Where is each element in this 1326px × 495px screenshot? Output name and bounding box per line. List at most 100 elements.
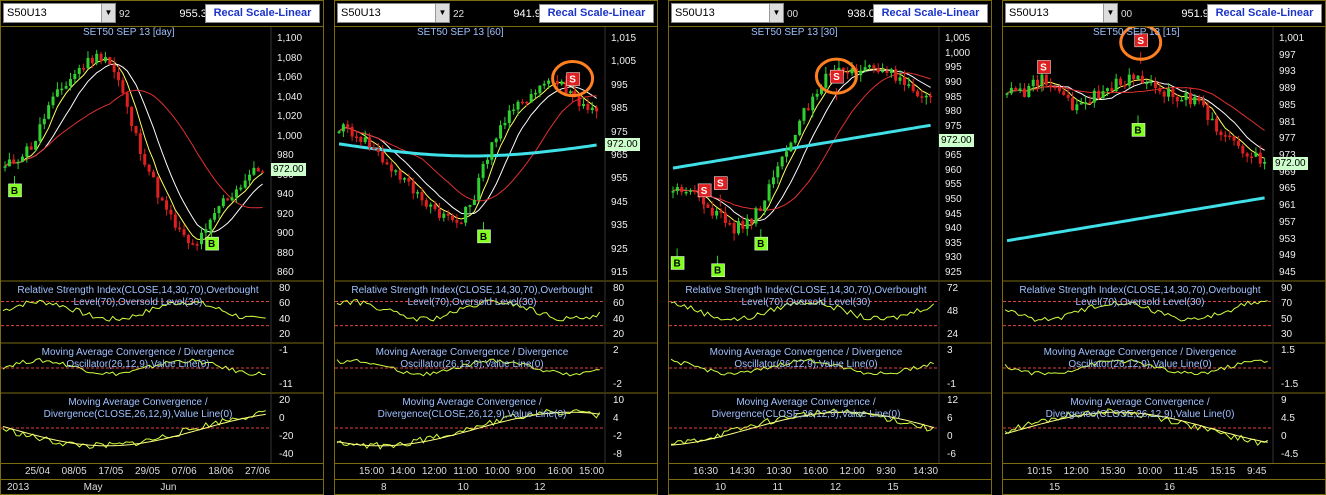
sell-signal-marker[interactable]: S	[830, 69, 844, 101]
recal-scale-button[interactable]: Recal Scale-Linear	[1207, 4, 1322, 23]
candle-body	[1188, 93, 1192, 105]
candle-body	[481, 163, 485, 178]
candle-body	[7, 159, 11, 167]
candle-body	[442, 213, 446, 218]
chart-panel[interactable]: S50U13 ▼ 22 941.98 Recal Scale-Linear S B 1,015…	[334, 0, 658, 495]
date-tick: 15	[887, 482, 899, 493]
candle-body	[503, 122, 507, 126]
candle-body	[894, 69, 898, 81]
candle-body	[1193, 96, 1197, 105]
rsi-tick: 20	[613, 329, 625, 340]
candle-body	[1263, 161, 1267, 164]
candle-body	[208, 219, 212, 230]
time-tick: 27/06	[245, 466, 271, 477]
candle-body	[455, 220, 459, 223]
buy-signal-marker[interactable]: B	[8, 175, 22, 198]
candle-body	[359, 136, 363, 142]
price-tick: 915	[611, 267, 628, 278]
candle-body	[568, 91, 572, 94]
candle-body	[468, 205, 472, 207]
candle-body	[780, 156, 784, 167]
macd-oscillator-tick: -1.5	[1281, 379, 1299, 390]
candle-body	[204, 229, 208, 233]
buy-signal-marker[interactable]: B	[670, 248, 685, 270]
chevron-down-icon[interactable]: ▼	[769, 4, 783, 22]
chevron-down-icon[interactable]: ▼	[101, 4, 115, 22]
price-tick: 975	[945, 120, 962, 132]
candle-body	[86, 57, 90, 69]
time-tick: 18/06	[208, 466, 234, 477]
candle-body	[368, 137, 372, 148]
buy-signal-marker[interactable]: B	[1131, 115, 1146, 137]
buy-signal-marker[interactable]: B	[205, 229, 219, 251]
candle-body	[793, 134, 797, 143]
price-tick: 920	[277, 208, 294, 220]
buy-signal-marker[interactable]: B	[754, 229, 769, 251]
price-tick: 975	[611, 126, 628, 138]
candle-body	[586, 103, 590, 110]
price-tick: 995	[945, 62, 962, 74]
candle-body	[693, 190, 697, 193]
candle-body	[542, 83, 546, 86]
moving-average-line	[672, 72, 931, 211]
candle-body	[1009, 87, 1013, 94]
candle-body	[389, 164, 393, 172]
candle-body	[1167, 88, 1171, 97]
time-tick: 14:30	[729, 466, 755, 477]
price-tick: 900	[277, 228, 294, 239]
date-tick: May	[83, 482, 103, 493]
candle-body	[217, 206, 221, 214]
candle-body	[385, 162, 389, 165]
price-tick: 930	[945, 252, 962, 264]
chart-panel[interactable]: S50U13 ▼ 00 951.97 Recal Scale-Linear S S B 1,00…	[1002, 0, 1326, 495]
recal-scale-button[interactable]: Recal Scale-Linear	[873, 4, 988, 23]
candle-body	[143, 154, 147, 165]
candle-body	[95, 53, 99, 64]
chevron-down-icon[interactable]: ▼	[435, 4, 449, 22]
symbol-select[interactable]: S50U13 ▼	[1005, 3, 1118, 23]
candle-body	[1197, 96, 1201, 102]
symbol-select[interactable]: S50U13 ▼	[337, 3, 450, 23]
candle-body	[182, 229, 186, 235]
candle-body	[1071, 97, 1074, 111]
candle-body	[1180, 99, 1184, 102]
candle-body	[499, 125, 503, 139]
buy-signal-marker[interactable]: B	[711, 255, 725, 277]
candle-body	[200, 232, 203, 245]
chart-panel[interactable]: S50U13 ▼ 00 938.05 Recal Scale-Linear S S S B B B 1…	[668, 0, 992, 495]
buy-signal-marker[interactable]: B	[477, 221, 491, 244]
symbol-select[interactable]: S50U13 ▼	[3, 3, 116, 23]
time-tick: 08/05	[61, 466, 87, 477]
candle-body	[477, 177, 481, 200]
moving-average-line	[1006, 78, 1265, 159]
candle-body	[1062, 91, 1066, 95]
candle-body	[516, 101, 520, 110]
candle-body	[785, 151, 789, 157]
time-tick: 9:45	[1247, 466, 1267, 477]
candle-body	[12, 159, 16, 164]
time-tick: 11:00	[453, 466, 478, 477]
candle-body	[433, 204, 437, 209]
candle-body	[876, 68, 880, 73]
candle-body	[1036, 79, 1040, 87]
symbol-select[interactable]: S50U13 ▼	[671, 3, 784, 23]
candle-body	[1075, 104, 1079, 111]
macd-divergence-tick: 20	[279, 395, 291, 406]
chevron-down-icon[interactable]: ▼	[1103, 4, 1117, 22]
candle-body	[1232, 136, 1236, 141]
partial-value: 00	[787, 9, 799, 20]
date-tick: 8	[381, 482, 387, 493]
current-price-tag: 972.00	[271, 163, 306, 176]
candle-body	[1254, 152, 1258, 157]
chart-panel[interactable]: S50U13 ▼ 92 955.33 Recal Scale-Linear B B 1,100…	[0, 0, 324, 495]
recal-scale-button[interactable]: Recal Scale-Linear	[205, 4, 320, 23]
candle-body	[252, 167, 256, 175]
macd-divergence-title: Moving Average Convergence / Divergence(…	[1045, 397, 1235, 420]
recal-scale-button[interactable]: Recal Scale-Linear	[539, 4, 654, 23]
last-price: 955.33	[179, 8, 213, 20]
candle-body	[902, 77, 906, 85]
candle-body	[745, 218, 749, 229]
candle-body	[1175, 97, 1179, 102]
sell-signal-marker[interactable]: S	[714, 176, 728, 207]
candle-body	[706, 204, 710, 208]
